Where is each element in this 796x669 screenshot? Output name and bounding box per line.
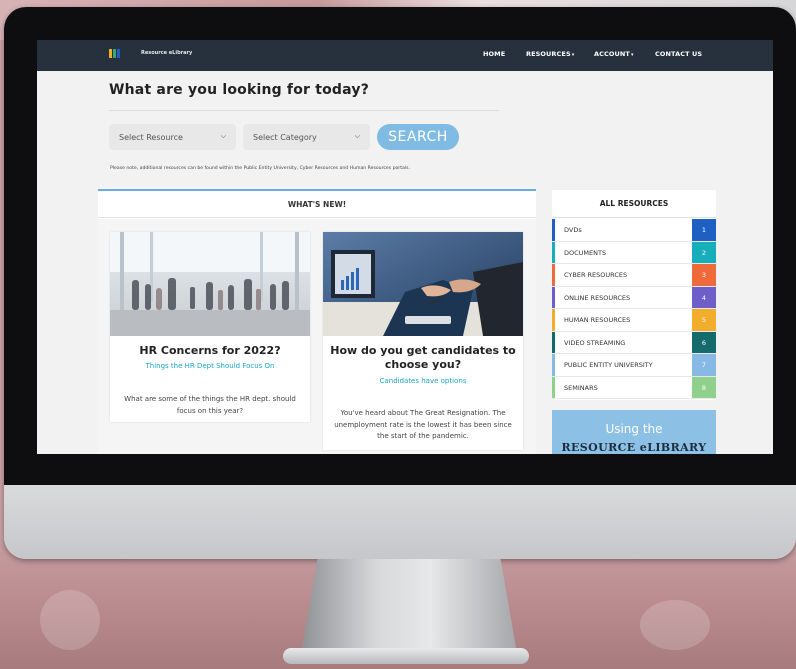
brand-name[interactable]: Resource eLibrary <box>141 50 192 56</box>
all-resources-heading: ALL RESOURCES <box>552 190 716 218</box>
resource-item[interactable]: CYBER RESOURCES 3 <box>552 264 716 287</box>
nav-contact[interactable]: CONTACT US <box>655 50 702 58</box>
resource-label: HUMAN RESOURCES <box>564 316 631 324</box>
background-blur <box>40 590 100 650</box>
resource-label: CYBER RESOURCES <box>564 271 628 279</box>
all-resources-panel: ALL RESOURCES DVDs 1 DOCUMENTS 2 CYBER RESOU… <box>552 190 716 400</box>
card-title[interactable]: HR Concerns for 2022? <box>110 344 310 357</box>
caret-down-icon: ▾ <box>571 52 575 58</box>
resource-count-badge: 6 <box>692 331 716 353</box>
resource-item[interactable]: PUBLIC ENTITY UNIVERSITY 7 <box>552 354 716 377</box>
handshake-image <box>323 232 523 336</box>
screen: Resource eLibrary HOME RESOURCES▾ ACCOUN… <box>37 40 773 454</box>
nav-resources-label: RESOURCES <box>526 50 571 58</box>
category-select[interactable]: Select Category ⌵ <box>243 124 370 150</box>
resource-color-bar <box>552 264 555 286</box>
promo-line2: RESOURCE eLIBRARY <box>561 441 707 454</box>
news-card[interactable]: HR Concerns for 2022? Things the HR Dept… <box>110 232 310 422</box>
news-card[interactable]: How do you get candidates to choose you?… <box>323 232 523 450</box>
card-subtitle: Candidates have options <box>379 377 467 385</box>
resource-label: DOCUMENTS <box>564 248 607 257</box>
card-title[interactable]: How do you get candidates to choose you? <box>323 344 523 372</box>
nav-account[interactable]: ACCOUNT▾ <box>594 50 634 58</box>
resource-color-bar <box>552 219 555 241</box>
resource-count-badge: 1 <box>692 219 716 241</box>
resource-color-bar <box>552 376 555 398</box>
office-crowd-image <box>110 232 310 336</box>
resource-select[interactable]: Select Resource ⌵ <box>109 124 236 150</box>
resource-item[interactable]: DVDs 1 <box>552 219 716 242</box>
divider <box>109 110 499 111</box>
whats-new-panel: WHAT'S NEW! HR Concerns for 2022? Things… <box>98 189 536 454</box>
resource-count-badge: 3 <box>692 264 716 286</box>
resource-label: ONLINE RESOURCES <box>564 293 631 302</box>
caret-down-icon: ▾ <box>630 52 634 58</box>
resource-item[interactable]: SEMINARS 8 <box>552 376 716 399</box>
nav-account-label: ACCOUNT <box>594 50 630 58</box>
resource-color-bar <box>552 309 555 331</box>
resource-color-bar <box>552 331 555 353</box>
resource-color-bar <box>552 286 555 308</box>
page-title: What are you looking for today? <box>109 82 370 98</box>
background-blur <box>640 600 710 650</box>
resource-color-bar <box>552 354 555 376</box>
resource-color-bar <box>552 241 555 263</box>
books-icon[interactable] <box>109 49 121 58</box>
monitor-chin <box>4 485 796 559</box>
chevron-down-icon: ⌵ <box>220 132 226 140</box>
nav-resources[interactable]: RESOURCES▾ <box>526 50 574 58</box>
nav-home[interactable]: HOME <box>483 50 505 58</box>
category-select-value: Select Category <box>253 133 317 142</box>
resource-count-badge: 4 <box>692 286 716 308</box>
resource-select-value: Select Resource <box>119 133 183 142</box>
whats-new-heading: WHAT'S NEW! <box>98 191 536 218</box>
resource-label: SEMINARS <box>564 383 598 392</box>
portal-note: Please note, additional resources can be… <box>110 166 410 171</box>
resource-count-badge: 8 <box>692 376 716 398</box>
search-button[interactable]: SEARCH <box>377 124 459 150</box>
card-text: What are some of the things the HR dept.… <box>124 395 296 415</box>
resource-item[interactable]: VIDEO STREAMING 6 <box>552 331 716 354</box>
whats-new-body: HR Concerns for 2022? Things the HR Dept… <box>98 219 536 454</box>
card-subtitle: Things the HR Dept Should Focus On <box>145 362 275 370</box>
resource-label: VIDEO STREAMING <box>564 338 626 347</box>
resource-count-badge: 7 <box>692 354 716 376</box>
resource-count-badge: 2 <box>692 241 716 263</box>
card-text: You've heard about The Great Resignation… <box>334 409 512 440</box>
resource-item[interactable]: ONLINE RESOURCES 4 <box>552 286 716 309</box>
resource-label: PUBLIC ENTITY UNIVERSITY <box>564 361 653 369</box>
navbar: Resource eLibrary HOME RESOURCES▾ ACCOUN… <box>37 40 773 71</box>
monitor-stand-base <box>283 648 529 664</box>
monitor-stand <box>300 559 518 659</box>
chevron-down-icon: ⌵ <box>354 132 360 140</box>
resource-count-badge: 5 <box>692 309 716 331</box>
resource-item[interactable]: HUMAN RESOURCES 5 <box>552 309 716 332</box>
resource-label: DVDs <box>564 226 582 234</box>
promo-banner[interactable]: Using the RESOURCE eLIBRARY <box>552 410 716 454</box>
promo-line1: Using the <box>605 422 663 436</box>
resource-item[interactable]: DOCUMENTS 2 <box>552 241 716 264</box>
